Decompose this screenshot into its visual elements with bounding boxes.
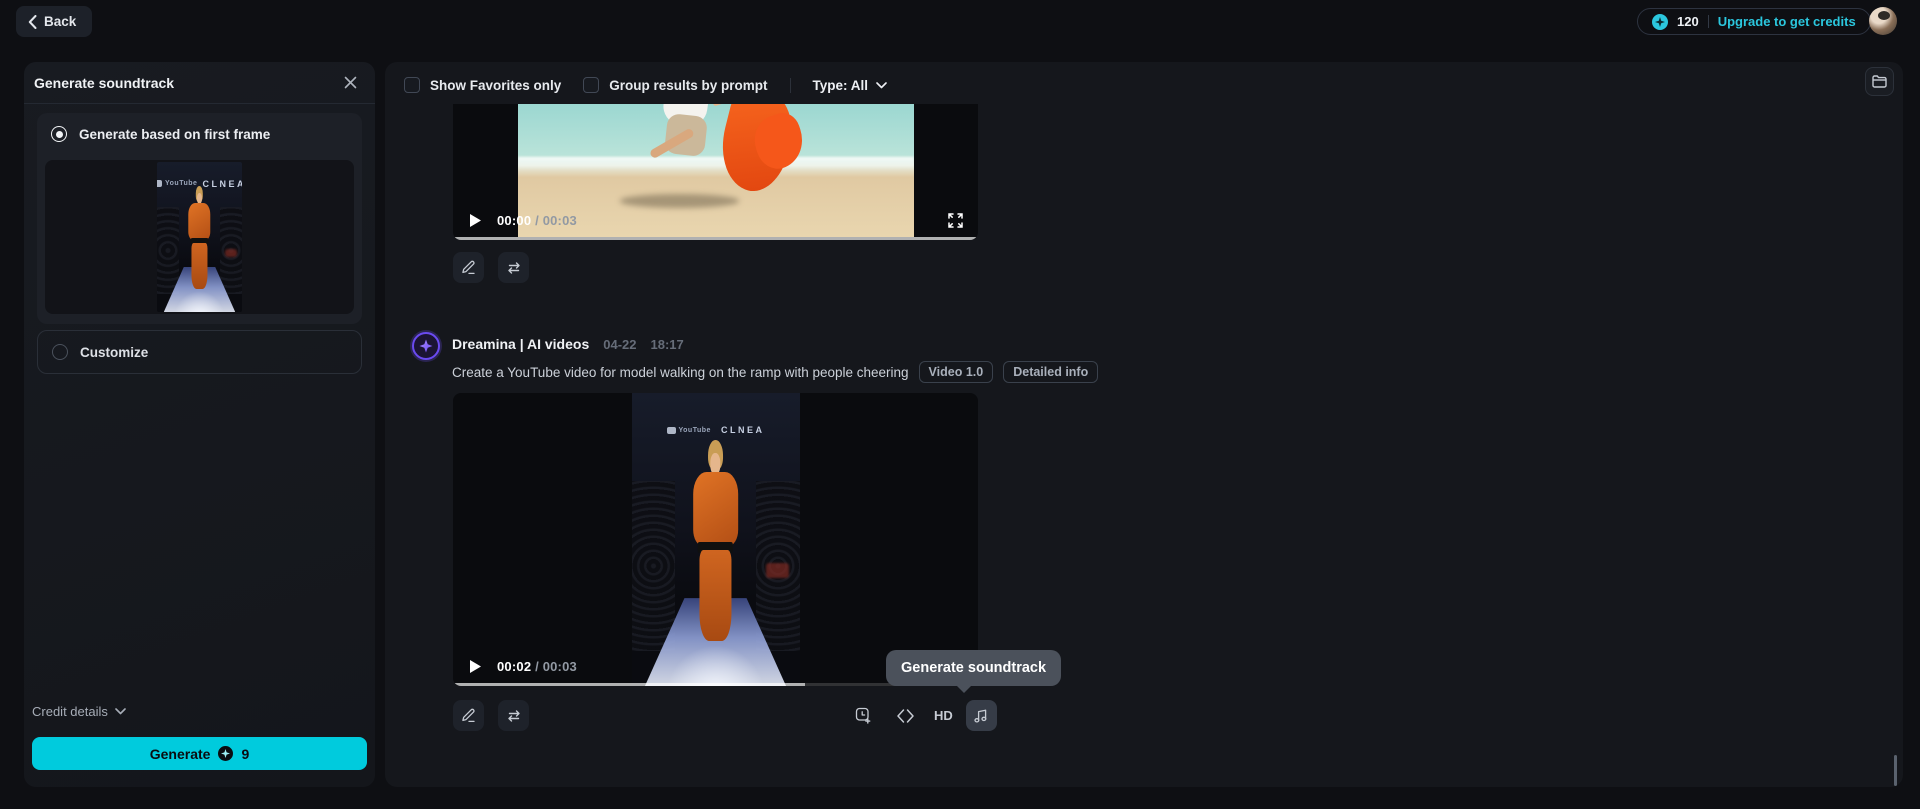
option-first-frame-label: Generate based on first frame [79,126,271,142]
chevron-left-icon [28,14,37,29]
assets-library-button[interactable] [1865,67,1894,96]
favorites-label: Show Favorites only [430,77,562,93]
video-player-2[interactable]: YouTube CLNEA 00:02 / 00:03 [453,393,978,686]
time-display-1: 00:00 / 00:03 [497,212,577,228]
cost-coin-icon [218,746,234,761]
hd-button[interactable]: HD [932,708,955,723]
tag-video-version[interactable]: Video 1.0 [918,361,994,383]
result-date: 04-22 [603,337,637,352]
runway-thumbnail-art: YouTube CLNEA [157,162,242,312]
back-button[interactable]: Back [16,6,93,37]
panel-title: Generate soundtrack [34,74,175,91]
youtube-logo: YouTube [666,426,711,434]
result-2-header: Dreamina | AI videos 04-22 18:17 [452,336,684,352]
result-2-prompt-row: Create a YouTube video for model walking… [452,361,1099,383]
credits-count: 120 [1677,14,1699,29]
brand-text: CLNEA [720,425,765,436]
time-display-2: 00:02 / 00:03 [497,658,577,674]
credit-details-toggle[interactable]: Credit details [32,704,126,719]
credits-pill[interactable]: 120 Upgrade to get credits [1637,8,1871,35]
filter-divider [789,77,791,93]
type-label: Type: All [812,77,869,93]
credit-details-label: Credit details [32,704,108,719]
close-icon[interactable] [339,72,361,94]
back-label: Back [44,14,77,29]
favorites-filter[interactable]: Show Favorites only [404,77,561,93]
result-2-tools: HD [848,700,997,731]
generate-cost: 9 [241,745,250,762]
vertical-scrollbar[interactable] [1894,755,1897,786]
group-filter[interactable]: Group results by prompt [583,77,768,93]
upgrade-link[interactable]: Upgrade to get credits [1718,14,1856,29]
group-checkbox[interactable] [583,77,600,93]
option-customize-label: Customize [80,344,149,360]
favorites-checkbox[interactable] [404,77,420,93]
chevron-down-icon [115,708,126,715]
generate-soundtrack-tooltip: Generate soundtrack [886,650,1062,693]
radio-unselected-icon[interactable] [52,344,68,360]
video-player-1[interactable]: 00:00 / 00:03 [453,104,978,240]
player-controls-1: 00:00 / 00:03 [453,203,978,237]
app-root: Back 120 Upgrade to get credits Generate… [0,0,1920,809]
results-panel: Show Favorites only Group results by pro… [385,62,1903,787]
model-figure [185,186,214,297]
folder-icon [1872,75,1887,88]
result-author: Dreamina | AI videos [452,336,590,352]
extend-video-icon[interactable] [848,700,879,731]
regenerate-button[interactable] [498,252,529,283]
option-customize-card[interactable]: Customize [37,330,362,374]
first-frame-thumbnail: YouTube CLNEA [45,160,354,314]
result-time: 18:17 [650,337,684,352]
pill-divider [1707,15,1709,28]
radio-selected-icon[interactable] [51,126,67,142]
option-first-frame-card[interactable]: Generate based on first frame YouTube CL… [37,113,362,324]
play-icon[interactable] [467,212,483,228]
diamond-brackets-icon[interactable] [890,700,921,731]
edit-button[interactable] [453,252,484,283]
chevron-down-icon [876,81,887,89]
edit-button[interactable] [453,700,484,731]
credit-coin-icon [1652,13,1668,30]
generate-label: Generate [149,745,211,762]
regenerate-button[interactable] [498,700,529,731]
seekbar-1[interactable] [453,237,978,240]
type-dropdown[interactable]: Type: All [813,78,888,93]
group-label: Group results by prompt [609,77,768,93]
result-prompt: Create a YouTube video for model walking… [452,364,909,380]
generate-button[interactable]: Generate 9 [32,737,367,770]
filter-bar: Show Favorites only Group results by pro… [404,73,887,97]
generate-soundtrack-panel: Generate soundtrack Generate based on fi… [24,62,375,787]
panel-header: Generate soundtrack [24,62,375,104]
result-1-actions [453,252,529,283]
user-avatar[interactable] [1869,7,1897,35]
result-2-actions [453,700,529,731]
tag-detailed-info[interactable]: Detailed info [1003,361,1099,383]
dreamina-logo-icon [412,332,440,360]
runway-video-frame: YouTube CLNEA [631,393,800,686]
generate-soundtrack-icon[interactable] [965,700,997,731]
fullscreen-icon[interactable] [946,211,964,229]
model-figure [687,439,744,657]
play-icon[interactable] [467,658,483,674]
